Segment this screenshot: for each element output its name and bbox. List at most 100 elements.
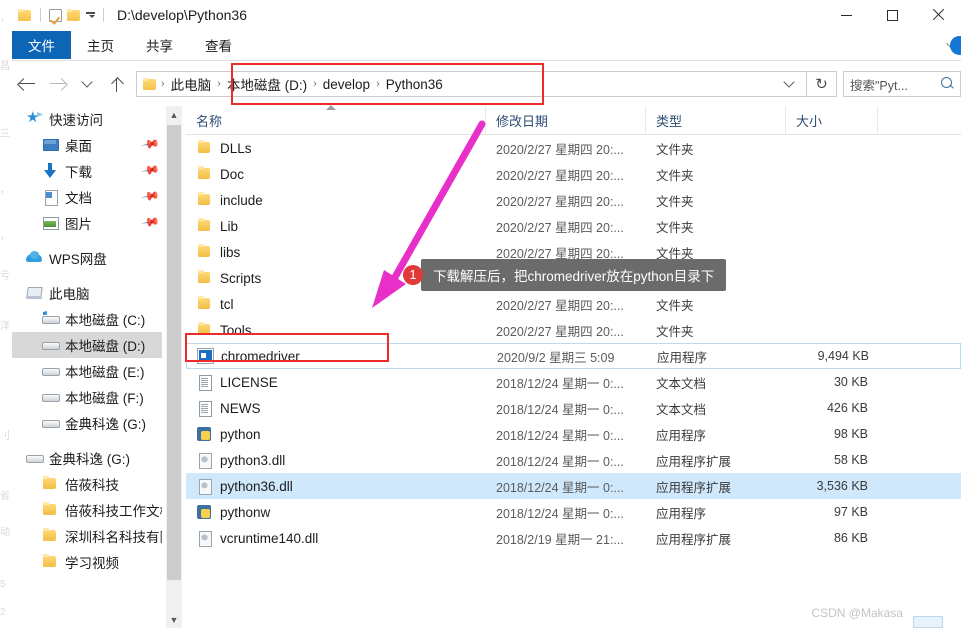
help-circle-icon[interactable] bbox=[950, 35, 961, 55]
pin-icon[interactable]: 📌 bbox=[141, 186, 161, 206]
cell-name: chromedriver bbox=[187, 343, 487, 369]
pin-icon[interactable]: 📌 bbox=[141, 212, 161, 232]
table-row[interactable]: Lib 2020/2/27 星期四 20:... 文件夹 bbox=[186, 213, 961, 239]
cell-size: 98 KB bbox=[833, 427, 868, 441]
sidebar-item-5[interactable]: WPS网盘 bbox=[12, 245, 162, 271]
sidebar-item-13[interactable]: 倍莜科技 bbox=[12, 471, 162, 497]
tab-label: 共享 bbox=[146, 39, 173, 54]
cell-type: 应用程序 bbox=[656, 506, 707, 521]
sidebar-item-7[interactable]: 本地磁盘 (C:) bbox=[12, 306, 162, 332]
cell-name: DLLs bbox=[186, 135, 486, 161]
table-row[interactable]: python36.dll 2018/12/24 星期一 0:... 应用程序扩展 3,… bbox=[186, 473, 961, 499]
sidebar-item-1[interactable]: 桌面 📌 bbox=[12, 132, 162, 158]
search-input[interactable]: 搜索"Pyt... bbox=[843, 71, 961, 97]
sidebar-item-12[interactable]: 金典科逸 (G:) bbox=[12, 445, 162, 471]
title-bar: D:\develop\Python36 bbox=[12, 0, 961, 30]
column-header-date[interactable]: 修改日期 bbox=[486, 105, 646, 135]
cell-size bbox=[786, 291, 878, 317]
breadcrumb-item-this-pc[interactable]: 此电脑 bbox=[167, 74, 216, 94]
cell-name: python3.dll bbox=[186, 447, 486, 473]
sidebar-item-6[interactable]: 此电脑 bbox=[12, 280, 162, 306]
checkbox-checked-icon[interactable] bbox=[49, 8, 62, 22]
tab-view[interactable]: 查看 bbox=[189, 31, 248, 59]
dll-icon bbox=[196, 530, 213, 547]
column-label: 类型 bbox=[656, 113, 683, 129]
table-row[interactable]: Doc 2020/2/27 星期四 20:... 文件夹 bbox=[186, 161, 961, 187]
breadcrumb-item-develop[interactable]: develop bbox=[319, 77, 374, 92]
minimize-button[interactable] bbox=[823, 0, 869, 30]
scroll-up-icon[interactable]: ▲ bbox=[166, 106, 182, 123]
table-row[interactable]: LICENSE 2018/12/24 星期一 0:... 文本文档 30 KB bbox=[186, 369, 961, 395]
column-header-spacer bbox=[878, 106, 961, 135]
sidebar-item-10[interactable]: 本地磁盘 (F:) bbox=[12, 384, 162, 410]
cell-size bbox=[786, 213, 878, 239]
table-row[interactable]: DLLs 2020/2/27 星期四 20:... 文件夹 bbox=[186, 135, 961, 161]
breadcrumb-item-python36[interactable]: Python36 bbox=[382, 77, 447, 92]
table-row[interactable]: pythonw 2018/12/24 星期一 0:... 应用程序 97 KB bbox=[186, 499, 961, 525]
sidebar-item-16[interactable]: 学习视频 bbox=[12, 549, 162, 575]
pin-icon[interactable]: 📌 bbox=[141, 134, 161, 154]
maximize-button[interactable] bbox=[869, 0, 915, 30]
sidebar-item-0[interactable]: 快速访问 bbox=[12, 106, 162, 132]
table-row[interactable]: python 2018/12/24 星期一 0:... 应用程序 98 KB bbox=[186, 421, 961, 447]
search-icon[interactable] bbox=[940, 77, 954, 91]
folder-icon bbox=[196, 296, 213, 312]
column-label: 修改日期 bbox=[496, 113, 549, 129]
cell-date: 2018/12/24 星期一 0:... bbox=[496, 428, 624, 443]
tab-home[interactable]: 主页 bbox=[71, 31, 130, 59]
download-icon bbox=[42, 163, 59, 179]
breadcrumb-separator: › bbox=[376, 78, 380, 90]
sidebar-item-11[interactable]: 金典科逸 (G:) bbox=[12, 410, 162, 436]
forward-button[interactable] bbox=[42, 69, 72, 99]
folder-icon[interactable] bbox=[67, 9, 81, 21]
pin-icon[interactable]: 📌 bbox=[141, 160, 161, 180]
navigation-pane[interactable]: 快速访问桌面 📌 下载 📌 文档 📌 图片 📌 WPS网盘此电脑本地磁盘 (C:) 本地磁盘 (D… bbox=[12, 106, 162, 628]
bleed-glyph: 动 bbox=[0, 527, 10, 538]
caret-down-icon[interactable] bbox=[86, 12, 95, 18]
table-row[interactable]: include 2020/2/27 星期四 20:... 文件夹 bbox=[186, 187, 961, 213]
breadcrumb-item-local-disk-d[interactable]: 本地磁盘 (D:) bbox=[223, 74, 311, 94]
sidebar-item-8[interactable]: 本地磁盘 (D:) bbox=[12, 332, 162, 358]
navigation-pane-scrollbar[interactable]: ▲ ▼ bbox=[166, 106, 182, 628]
cell-type: 文本文档 bbox=[656, 376, 707, 391]
sidebar-item-2[interactable]: 下载 📌 bbox=[12, 158, 162, 184]
cell-size bbox=[786, 161, 878, 187]
bleed-glyph: 昌 bbox=[0, 61, 10, 72]
address-bar[interactable]: › 此电脑 › 本地磁盘 (D:) › develop › Python36 bbox=[136, 71, 807, 97]
sidebar-item-3[interactable]: 文档 📌 bbox=[12, 184, 162, 210]
column-header-name[interactable]: 名称 bbox=[186, 104, 486, 135]
sidebar-item-14[interactable]: 倍莜科技工作文档 bbox=[12, 497, 162, 523]
cell-date: 2018/12/24 星期一 0:... bbox=[496, 480, 624, 495]
column-header-type[interactable]: 类型 bbox=[646, 105, 786, 135]
recent-locations-button[interactable] bbox=[72, 69, 102, 99]
tab-share[interactable]: 共享 bbox=[130, 31, 189, 59]
cell-date: 2018/12/24 星期一 0:... bbox=[496, 376, 624, 391]
back-button[interactable] bbox=[12, 69, 42, 99]
table-row[interactable]: Tools 2020/2/27 星期四 20:... 文件夹 bbox=[186, 317, 961, 343]
sidebar-item-4[interactable]: 图片 📌 bbox=[12, 210, 162, 236]
address-dropdown-button[interactable] bbox=[778, 72, 800, 96]
cell-type: 应用程序扩展 bbox=[656, 480, 732, 495]
scroll-down-icon[interactable]: ▼ bbox=[166, 611, 182, 628]
refresh-button[interactable]: ↻ bbox=[807, 71, 837, 97]
table-row[interactable]: NEWS 2018/12/24 星期一 0:... 文本文档 426 KB bbox=[186, 395, 961, 421]
quick-access-toolbar[interactable] bbox=[12, 8, 107, 22]
sidebar-item-15[interactable]: 深圳科名科技有限 bbox=[12, 523, 162, 549]
file-name: libs bbox=[220, 244, 241, 260]
cell-date: 2018/12/24 星期一 0:... bbox=[496, 454, 624, 469]
tab-file[interactable]: 文件 bbox=[12, 31, 71, 59]
watermark-box bbox=[913, 616, 943, 628]
scrollbar-thumb[interactable] bbox=[167, 125, 181, 580]
table-row[interactable]: vcruntime140.dll 2018/2/19 星期一 21:... 应用程序… bbox=[186, 525, 961, 551]
table-row[interactable]: python3.dll 2018/12/24 星期一 0:... 应用程序扩展 58 … bbox=[186, 447, 961, 473]
column-header-size[interactable]: 大小 bbox=[786, 105, 878, 135]
close-button[interactable] bbox=[915, 0, 961, 30]
up-button[interactable] bbox=[102, 69, 132, 99]
table-row[interactable]: chromedriver 2020/9/2 星期三 5:09 应用程序 9,494 K… bbox=[186, 343, 961, 369]
table-row[interactable]: tcl 2020/2/27 星期四 20:... 文件夹 bbox=[186, 291, 961, 317]
arrow-left-icon bbox=[18, 77, 36, 91]
sidebar-item-9[interactable]: 本地磁盘 (E:) bbox=[12, 358, 162, 384]
file-name: chromedriver bbox=[221, 348, 300, 364]
chevron-down-icon bbox=[81, 76, 93, 88]
